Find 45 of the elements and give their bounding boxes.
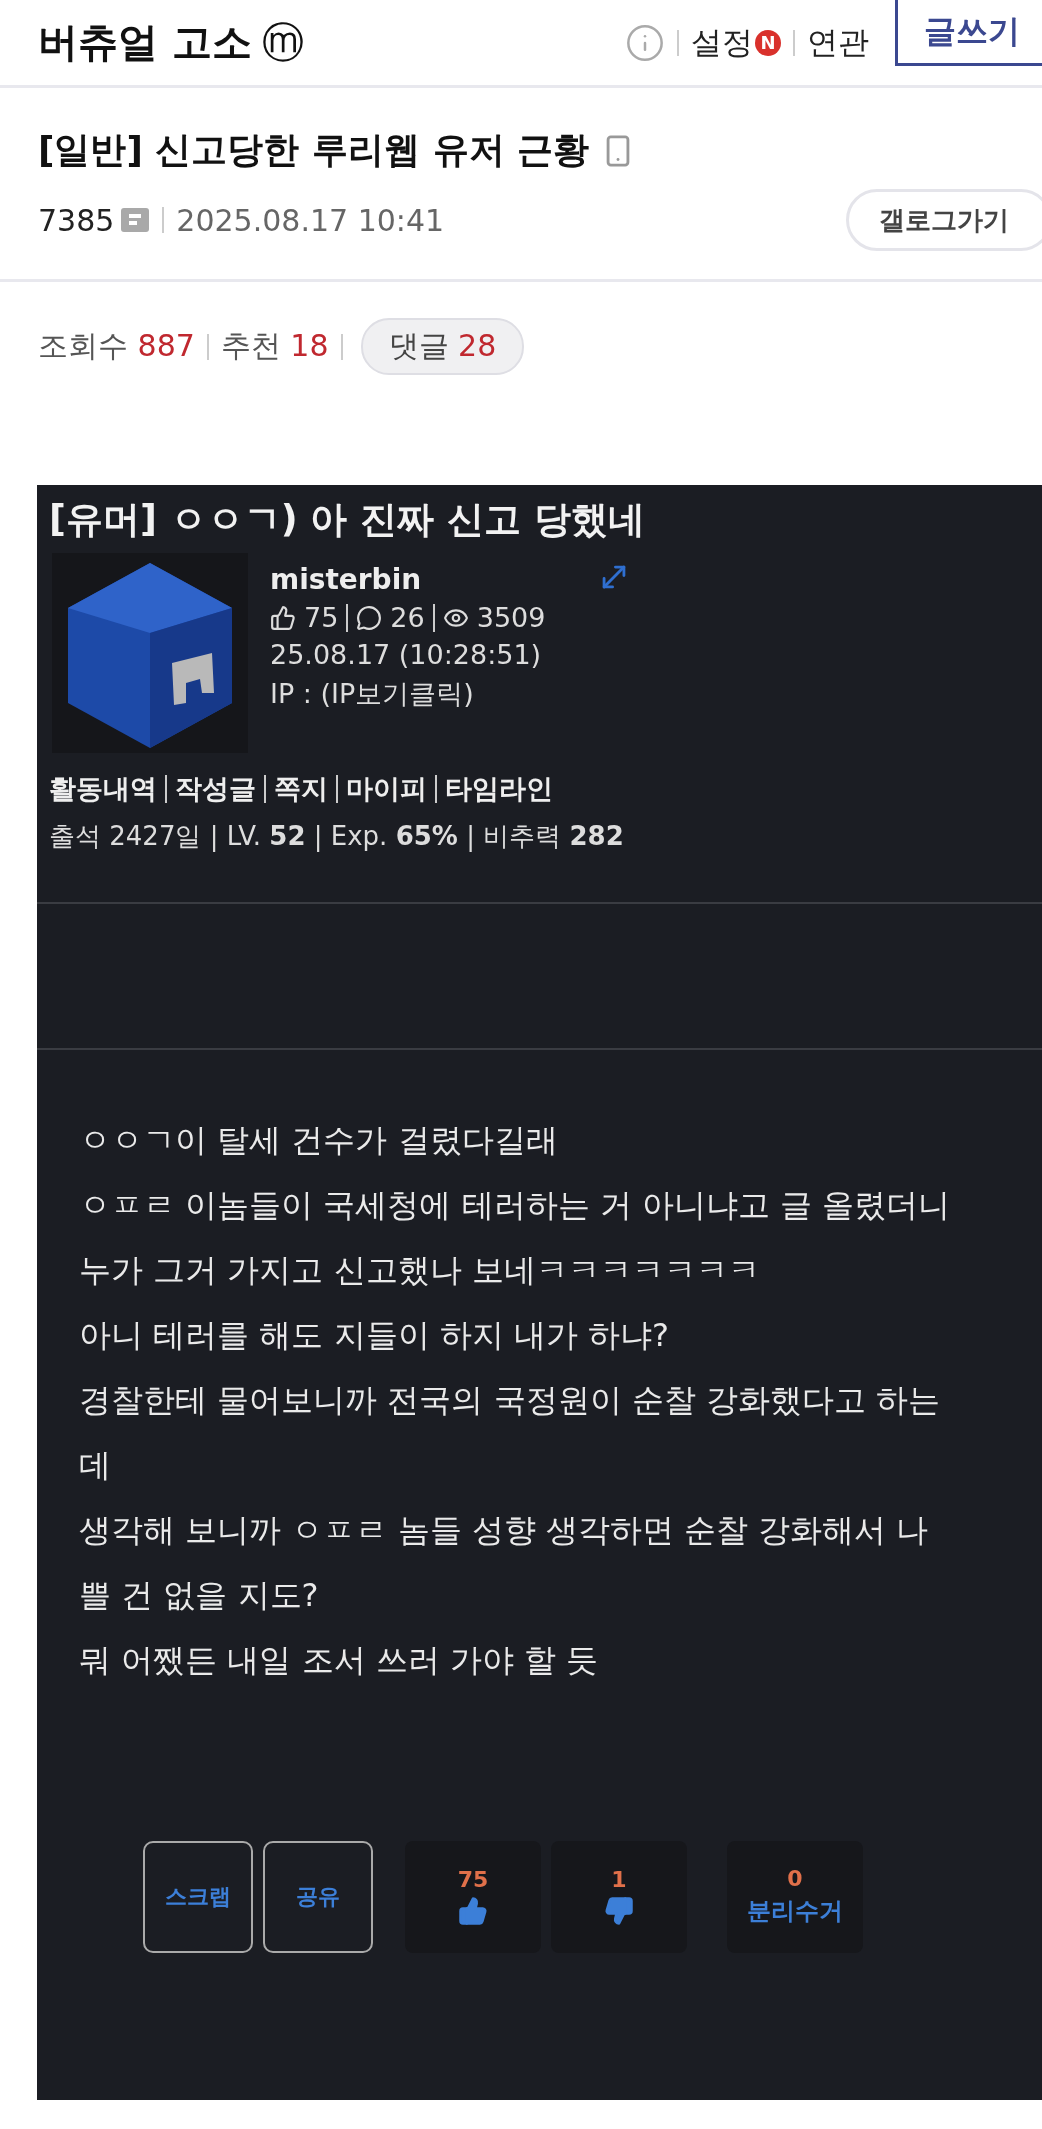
downvote-button[interactable]: 1 [551,1840,687,1953]
profile-link[interactable]: 작성글 [175,771,256,807]
info-icon[interactable] [625,22,665,63]
ip-link[interactable]: IP : (IP보기클릭) [270,676,640,712]
author-name[interactable]: 7385 [38,202,115,238]
new-badge: N [755,29,781,56]
profile-link[interactable]: 활동내역 [49,771,157,807]
profile-link[interactable]: 마이피 [346,771,427,807]
post-datetime: 25.08.17 (10:28:51) [270,639,543,670]
gallery-title[interactable]: 버츄얼 고소 [38,15,252,70]
scrap-share-button[interactable]: 스크랩 [143,1840,253,1953]
username[interactable]: misterbin [270,563,640,596]
screenshot-title: [유머] ㅇㅇㄱ) 아 진짜 신고 당했네 [48,497,647,543]
header-link[interactable]: 설정 N [691,21,781,64]
comment-count-button[interactable]: 댓글 28 [360,318,525,375]
cube-avatar-icon [52,553,248,753]
thumbs-up-icon [458,1896,488,1927]
profile-link[interactable]: 타임라인 [445,771,553,807]
user-badge-icon [120,207,151,233]
body-text: ㅇㅍㄹ 이놈들이 국세청에 테러하는 거 아니냐고 글 올렸더니 [79,1184,952,1226]
write-button[interactable]: 글쓰기 [895,0,1042,66]
post-stat: 조회수 887 [38,327,195,365]
minor-gallery-mark: ⓜ [261,16,304,69]
like-count: 75 [304,602,339,633]
post-title: [일반] 신고당한 루리웹 유저 근황 [38,128,590,172]
comment-count: 26 [390,602,425,633]
header-link[interactable]: 연관 [807,21,869,64]
profile-link[interactable]: 쪽지 [274,771,328,807]
body-text: 누가 그거 가지고 신고했나 보네ㅋㅋㅋㅋㅋㅋㅋ [79,1249,761,1291]
gallog-button[interactable]: 갤로그가기 [846,189,1042,251]
thumbs-up-icon [270,604,296,631]
body-text: 생각해 보니까 ㅇㅍㄹ 놈들 성향 생각하면 순찰 강화해서 나쁠 건 없을 지도? [79,1509,930,1616]
view-count: 3509 [476,602,546,633]
upvote-button[interactable]: 75 [405,1840,541,1953]
post-stat: 추천 18 [220,327,329,365]
body-text: 뭐 어쨌든 내일 조서 쓰러 가야 할 듯 [79,1639,600,1681]
scrap-share-button[interactable]: 공유 [263,1840,373,1953]
body-text: ㅇㅇㄱ이 탈세 건수가 걸렸다길래 [79,1119,559,1161]
body-text: 아니 테러를 해도 지들이 하지 내가 하냐? [79,1314,670,1356]
recycle-button[interactable]: 0 분리수거 [727,1840,863,1953]
profile-stats: 출석 2427일 | LV. 52 | Exp. 65% | 비추력 282 [48,820,625,854]
body-text: 경찰한테 물어보니까 전국의 국정원이 순찰 강화했다고 하는데 [79,1379,942,1486]
thumbs-down-icon [604,1896,634,1927]
comment-icon [356,604,383,631]
post-date: 2025.08.17 10:41 [176,202,445,238]
